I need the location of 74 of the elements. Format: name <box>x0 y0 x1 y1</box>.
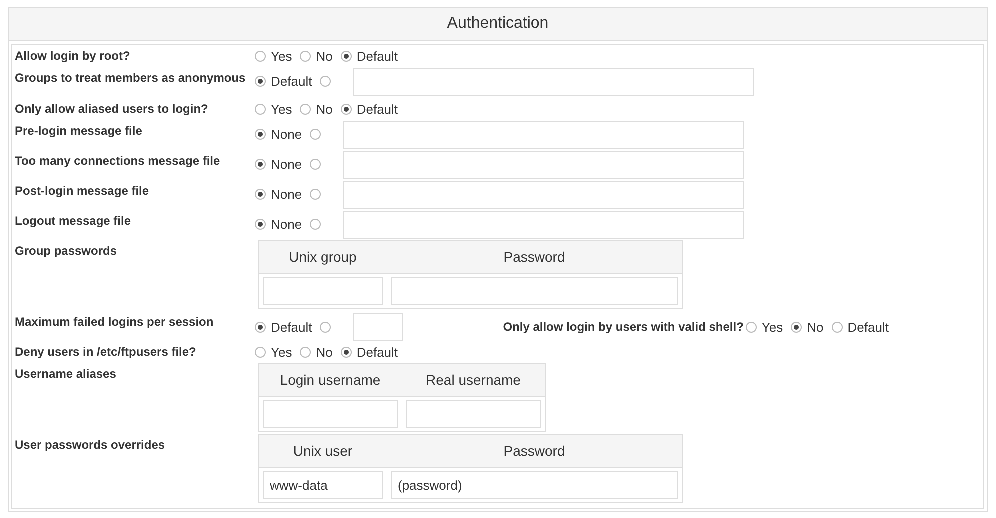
section-title: Authentication <box>447 15 549 33</box>
radio-button[interactable] <box>832 322 843 332</box>
radio-button[interactable] <box>340 51 352 62</box>
table-input[interactable] <box>263 400 398 428</box>
column-header: Real username <box>426 372 521 388</box>
radio-button[interactable] <box>300 51 312 62</box>
number-field[interactable] <box>353 313 404 341</box>
option-label[interactable]: No <box>316 102 333 117</box>
radio-button[interactable] <box>255 219 266 230</box>
radio-button[interactable] <box>320 322 332 332</box>
field-label: Logout message file <box>15 213 132 228</box>
field-label: Deny users in /etc/ftpusers file? <box>15 344 198 359</box>
option-label[interactable]: No <box>316 345 333 360</box>
radio-button[interactable] <box>300 104 312 115</box>
option-label[interactable]: Default <box>271 320 312 334</box>
field-label: Maximum failed logins per session <box>15 314 215 329</box>
column-header: Password <box>504 443 566 459</box>
column-header: Unix user <box>293 443 353 459</box>
radio-button[interactable] <box>255 159 266 170</box>
radio-button[interactable] <box>320 76 332 87</box>
field-label: Groups to treat members as anonymous <box>15 70 247 85</box>
option-label[interactable]: Yes <box>271 102 292 117</box>
table-input[interactable]: (password) <box>391 471 678 499</box>
option-label[interactable]: Default <box>848 320 889 334</box>
field-label: Username aliases <box>15 366 118 381</box>
option-label[interactable]: None <box>271 157 302 172</box>
radio-button[interactable] <box>300 347 312 358</box>
table-input[interactable]: www-data <box>263 471 383 499</box>
radio-button[interactable] <box>340 104 352 115</box>
option-label[interactable]: None <box>271 217 302 232</box>
text-field[interactable] <box>343 210 744 238</box>
radio-button[interactable] <box>255 129 266 140</box>
radio-button[interactable] <box>340 347 352 358</box>
option-label[interactable]: Default <box>356 345 398 360</box>
option-label[interactable]: Yes <box>271 345 292 360</box>
option-label[interactable]: No <box>807 320 824 334</box>
option-label[interactable]: No <box>316 49 333 64</box>
option-label[interactable]: Default <box>356 49 398 64</box>
radio-button[interactable] <box>255 104 266 115</box>
option-label[interactable]: Default <box>271 74 312 89</box>
column-header: Unix group <box>289 249 357 265</box>
radio-button[interactable] <box>310 129 322 140</box>
field-label: Only allow login by users with valid shell? <box>503 320 744 334</box>
field-label: User passwords overrides <box>15 437 166 452</box>
radio-button[interactable] <box>255 76 266 87</box>
radio-button[interactable] <box>310 159 322 170</box>
field-label: Group passwords <box>15 243 118 258</box>
radio-button[interactable] <box>255 347 266 358</box>
table-input[interactable] <box>263 277 383 305</box>
radio-button[interactable] <box>310 219 322 230</box>
text-field[interactable] <box>343 150 744 178</box>
option-label[interactable]: None <box>271 187 302 202</box>
radio-button[interactable] <box>255 189 266 200</box>
table-input[interactable] <box>391 277 678 305</box>
text-field[interactable] <box>343 180 744 208</box>
text-field[interactable] <box>343 120 744 148</box>
field-label: Pre-login message file <box>15 123 144 138</box>
option-label[interactable]: Default <box>356 102 398 117</box>
field-label: Allow login by root? <box>15 48 132 63</box>
text-field[interactable] <box>353 68 754 96</box>
column-header: Login username <box>280 372 381 388</box>
field-label: Only allow aliased users to login? <box>15 101 210 116</box>
table-input[interactable] <box>406 400 541 428</box>
radio-button[interactable] <box>255 51 266 62</box>
radio-button[interactable] <box>310 189 322 200</box>
radio-button[interactable] <box>791 322 802 332</box>
column-header: Password <box>504 249 566 265</box>
radio-button[interactable] <box>746 322 757 332</box>
field-label: Too many connections message file <box>15 153 222 168</box>
field-label: Post-login message file <box>15 183 150 198</box>
option-label[interactable]: None <box>271 127 302 142</box>
option-label[interactable]: Yes <box>762 320 784 334</box>
radio-button[interactable] <box>255 322 266 332</box>
option-label[interactable]: Yes <box>271 49 292 64</box>
